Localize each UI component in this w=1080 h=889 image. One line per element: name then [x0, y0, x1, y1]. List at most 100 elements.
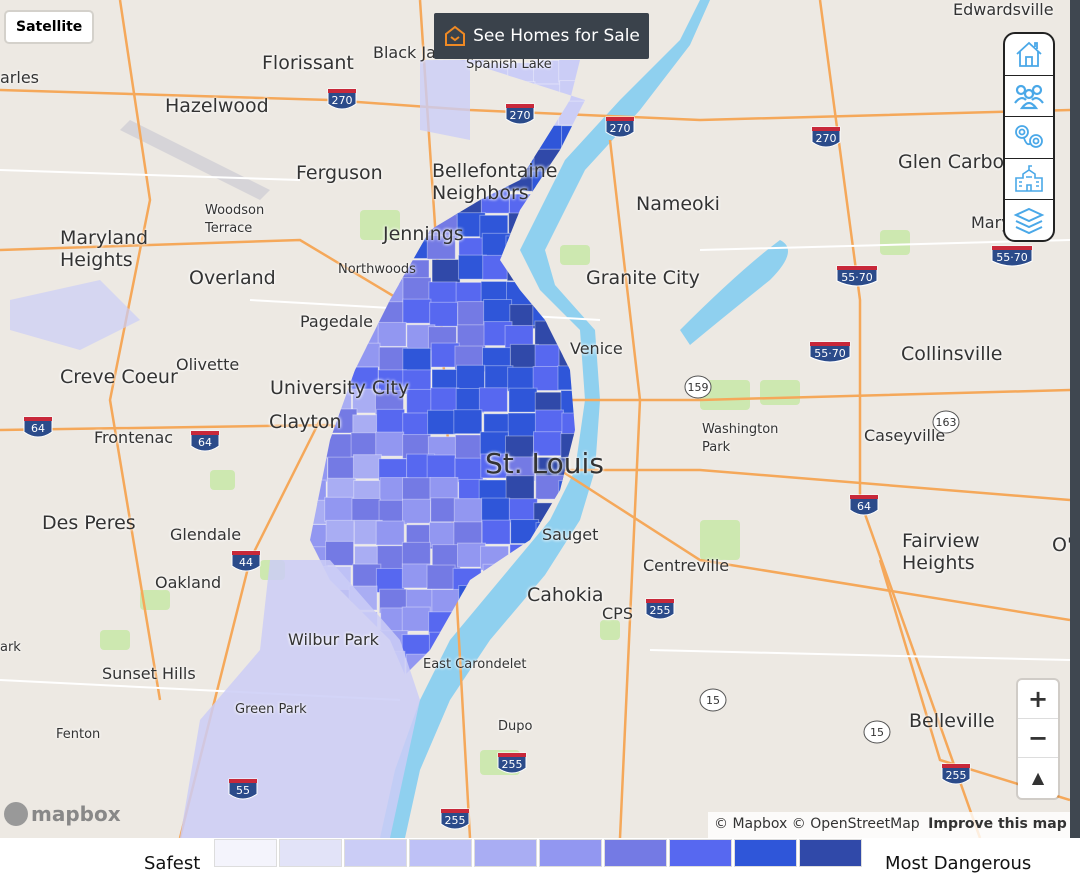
place-label-line: Washington: [702, 422, 779, 437]
crime-area-county: [420, 60, 470, 140]
crime-area: [482, 254, 512, 280]
place-label: Fairview Heights: [902, 530, 980, 574]
crime-area: [582, 501, 585, 527]
crime-area: [310, 346, 329, 372]
place-label: Des Peres: [42, 512, 136, 534]
svg-text:15: 15: [706, 694, 720, 707]
highway-shield: 64: [23, 416, 53, 438]
legend-swatch: [669, 839, 732, 867]
crime-area: [534, 632, 564, 658]
homes-layer-button[interactable]: [1005, 34, 1053, 76]
crime-area: [534, 409, 564, 435]
home-icon: [1016, 42, 1042, 68]
crime-area: [350, 432, 380, 458]
crime-area: [352, 103, 382, 129]
crime-area: [560, 698, 588, 722]
park: [560, 245, 590, 265]
place-label: Washington Park: [702, 421, 778, 457]
crime-area: [481, 497, 511, 523]
crime-area: [478, 387, 508, 413]
svg-text:255: 255: [502, 758, 523, 771]
place-label-line: Neighbors: [432, 182, 529, 204]
schools-layer-button[interactable]: [1005, 159, 1053, 200]
place-label: Creve Coeur: [60, 366, 178, 388]
place-label-line: Heights: [902, 552, 975, 574]
crime-area: [310, 457, 328, 483]
legend-swatch: [279, 839, 342, 867]
crime-area: [508, 387, 538, 413]
crime-area: [310, 257, 329, 283]
highway-shield: 64: [849, 494, 879, 516]
zoom-out-button[interactable]: −: [1018, 719, 1058, 758]
see-homes-button[interactable]: See Homes for Sale: [434, 13, 649, 59]
crime-area: [558, 60, 585, 83]
map[interactable]: 270 270 270 270 64 64 64 44 255 255 255 55·70 55·70 5…: [0, 0, 1070, 838]
improve-map-link[interactable]: Improve this map: [928, 816, 1067, 832]
place-label: Pagedale: [300, 312, 373, 331]
crime-area: [505, 124, 535, 150]
crime-area: [376, 102, 406, 128]
crime-area: [325, 282, 355, 308]
place-label-line: Terrace: [205, 221, 253, 236]
mapbox-attribution-link[interactable]: © Mapbox: [714, 816, 787, 832]
compass-button[interactable]: ▲: [1018, 758, 1058, 797]
highway: [608, 139, 642, 838]
highway-shield: 55: [228, 778, 258, 800]
highway-shield: 55·70: [809, 341, 851, 363]
crime-area: [586, 58, 614, 82]
place-label-line: Maryland: [60, 227, 149, 249]
crime-area: [457, 301, 487, 327]
crime-area: [558, 100, 585, 126]
place-label: ark: [0, 640, 21, 655]
crime-area: [431, 588, 461, 614]
crime-legend: Safest Most Dangerous: [0, 838, 1080, 889]
mapbox-logo[interactable]: mapbox: [4, 802, 121, 826]
crime-area: [402, 147, 432, 173]
crime-area: [506, 676, 534, 700]
crime-area: [453, 498, 483, 524]
park: [700, 520, 740, 560]
crime-layer-button[interactable]: [1005, 117, 1053, 159]
place-label: Wilbur Park: [288, 630, 379, 649]
crime-area: [327, 212, 357, 238]
place-label: Glendale: [170, 525, 242, 544]
crime-area: [583, 192, 585, 218]
crime-area: [453, 521, 483, 547]
demographics-layer-button[interactable]: [1005, 76, 1053, 117]
place-label: Caseyville: [864, 426, 946, 445]
svg-text:270: 270: [610, 122, 631, 135]
place-label: Bellefontaine Neighbors: [432, 160, 557, 204]
crime-area: [352, 454, 382, 480]
crime-area: [429, 521, 459, 547]
crime-area: [401, 541, 431, 567]
zoom-in-button[interactable]: +: [1018, 680, 1058, 719]
scrollbar[interactable]: [1070, 0, 1080, 838]
place-label: Glen Carbon: [898, 151, 1017, 173]
place-label: Florissant: [262, 52, 354, 74]
svg-text:15: 15: [870, 726, 884, 739]
highway: [560, 388, 1070, 402]
place-label: CPS: [602, 604, 633, 623]
osm-attribution-link[interactable]: © OpenStreetMap: [792, 816, 920, 832]
svg-text:270: 270: [510, 109, 531, 122]
crime-area: [587, 701, 615, 725]
crime-area: [375, 520, 405, 546]
crime-area: [402, 412, 432, 438]
place-label: Ferguson: [296, 162, 383, 184]
satellite-toggle-button[interactable]: Satellite: [6, 12, 93, 42]
highway-shield: 270: [811, 126, 841, 148]
place-label: Frontenac: [94, 428, 174, 447]
crime-area: [376, 545, 406, 571]
crime-area: [452, 567, 482, 593]
crime-area: [483, 299, 513, 325]
highway-shield: 270: [505, 103, 535, 125]
layers-button[interactable]: [1005, 200, 1053, 240]
crime-area: [310, 212, 332, 238]
airport: [120, 120, 270, 200]
crime-area: [353, 60, 383, 86]
crime-area: [558, 215, 585, 241]
crime-area: [351, 497, 381, 523]
svg-text:64: 64: [31, 422, 45, 435]
crime-area: [482, 82, 512, 108]
crime-area: [377, 321, 407, 347]
